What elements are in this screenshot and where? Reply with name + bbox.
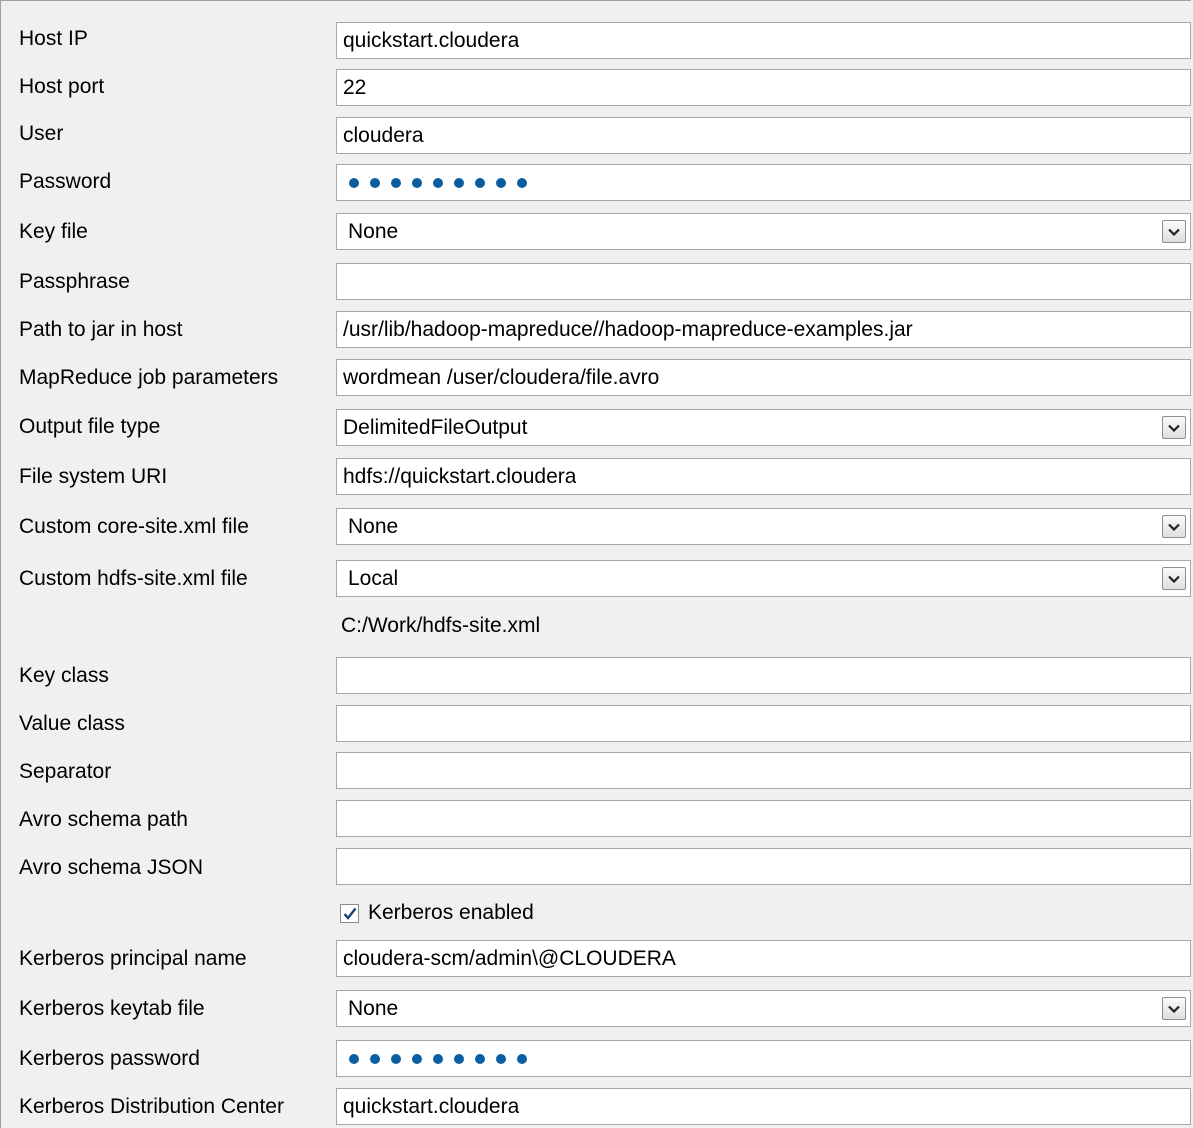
kerberos-enabled-checkbox[interactable]: Kerberos enabled — [340, 901, 534, 925]
password-mask — [337, 177, 527, 188]
value-class-label: Value class — [19, 712, 125, 735]
passphrase-input[interactable] — [336, 263, 1191, 300]
key-file-select[interactable]: None — [336, 213, 1191, 250]
krb-principal-label: Kerberos principal name — [19, 947, 247, 970]
password-dot — [391, 177, 401, 188]
separator-input[interactable] — [336, 752, 1191, 789]
key-class-input[interactable] — [336, 657, 1191, 694]
avro-json-input[interactable] — [336, 848, 1191, 885]
avro-json-label: Avro schema JSON — [19, 856, 204, 879]
core-site-select[interactable]: None — [336, 508, 1191, 545]
job-params-value: wordmean /user/cloudera/file.avro — [343, 365, 660, 389]
checkbox-box[interactable] — [340, 903, 359, 923]
host-ip-input[interactable]: quickstart.cloudera — [336, 22, 1191, 59]
chevron-down-icon[interactable] — [1162, 220, 1186, 243]
password-dot — [454, 1053, 464, 1064]
password-dot — [412, 177, 422, 188]
password-dot — [517, 177, 527, 188]
krb-keytab-value: None — [348, 996, 399, 1020]
host-port-label: Host port — [19, 75, 105, 98]
core-site-label: Custom core-site.xml file — [19, 515, 249, 538]
password-dot — [370, 177, 380, 188]
password-dot — [496, 1053, 506, 1064]
key-file-label: Key file — [19, 220, 88, 243]
host-port-value: 22 — [343, 75, 367, 99]
key-file-value: None — [348, 219, 399, 243]
password-input[interactable] — [336, 164, 1191, 201]
krb-kdc-label: Kerberos Distribution Center — [19, 1095, 284, 1118]
password-dot — [391, 1053, 401, 1064]
chevron-down-icon[interactable] — [1162, 416, 1186, 439]
host-ip-label: Host IP — [19, 27, 88, 50]
output-type-value: DelimitedFileOutput — [343, 415, 528, 439]
fs-uri-value: hdfs://quickstart.cloudera — [343, 464, 577, 488]
hdfs-site-select[interactable]: Local — [336, 560, 1191, 597]
jar-path-label: Path to jar in host — [19, 318, 183, 341]
value-class-input[interactable] — [336, 705, 1191, 742]
hdfs-site-path: C:/Work/hdfs-site.xml — [341, 614, 541, 637]
password-dot — [496, 177, 506, 188]
output-type-select[interactable]: DelimitedFileOutput — [336, 409, 1191, 446]
jar-path-input[interactable]: /usr/lib/hadoop-mapreduce//hadoop-mapred… — [336, 311, 1191, 348]
password-dot — [349, 1053, 359, 1064]
krb-password-label: Kerberos password — [19, 1047, 200, 1070]
password-dot — [349, 177, 359, 188]
core-site-value: None — [348, 514, 399, 538]
passphrase-label: Passphrase — [19, 270, 130, 293]
job-params-input[interactable]: wordmean /user/cloudera/file.avro — [336, 359, 1191, 396]
password-dot — [433, 177, 443, 188]
user-value: cloudera — [343, 123, 424, 147]
password-dot — [475, 177, 485, 188]
password-dot — [454, 177, 464, 188]
krb-keytab-label: Kerberos keytab file — [19, 997, 205, 1020]
output-type-label: Output file type — [19, 415, 161, 438]
separator-label: Separator — [19, 760, 112, 783]
job-params-label: MapReduce job parameters — [19, 366, 279, 389]
password-dot — [370, 1053, 380, 1064]
user-label: User — [19, 122, 64, 145]
password-label: Password — [19, 170, 112, 193]
krb-principal-value: cloudera-scm/admin\@CLOUDERA — [343, 946, 676, 970]
krb-kdc-value: quickstart.cloudera — [343, 1094, 520, 1118]
jar-path-value: /usr/lib/hadoop-mapreduce//hadoop-mapred… — [343, 317, 913, 341]
password-dot — [517, 1053, 527, 1064]
krb-password-input[interactable] — [336, 1040, 1191, 1077]
password-dot — [412, 1053, 422, 1064]
host-ip-value: quickstart.cloudera — [343, 28, 520, 52]
krb-password-mask — [337, 1053, 527, 1064]
krb-keytab-select[interactable]: None — [336, 990, 1191, 1027]
chevron-down-icon[interactable] — [1162, 567, 1186, 590]
host-port-input[interactable]: 22 — [336, 69, 1191, 106]
hdfs-site-value: Local — [348, 566, 399, 590]
avro-path-input[interactable] — [336, 800, 1191, 837]
kerberos-enabled-label: Kerberos enabled — [368, 901, 534, 924]
key-class-label: Key class — [19, 664, 109, 687]
user-input[interactable]: cloudera — [336, 117, 1191, 154]
krb-kdc-input[interactable]: quickstart.cloudera — [336, 1088, 1191, 1125]
hdfs-site-label: Custom hdfs-site.xml file — [19, 567, 248, 590]
chevron-down-icon[interactable] — [1162, 997, 1186, 1020]
krb-principal-input[interactable]: cloudera-scm/admin\@CLOUDERA — [336, 940, 1191, 977]
chevron-down-icon[interactable] — [1162, 515, 1186, 538]
fs-uri-label: File system URI — [19, 465, 168, 488]
hadoop-job-settings-form: Host IP quickstart.cloudera Host port 22… — [0, 0, 1191, 1128]
avro-path-label: Avro schema path — [19, 808, 188, 831]
password-dot — [433, 1053, 443, 1064]
fs-uri-input[interactable]: hdfs://quickstart.cloudera — [336, 458, 1191, 495]
password-dot — [475, 1053, 485, 1064]
checkmark-icon — [343, 907, 356, 920]
